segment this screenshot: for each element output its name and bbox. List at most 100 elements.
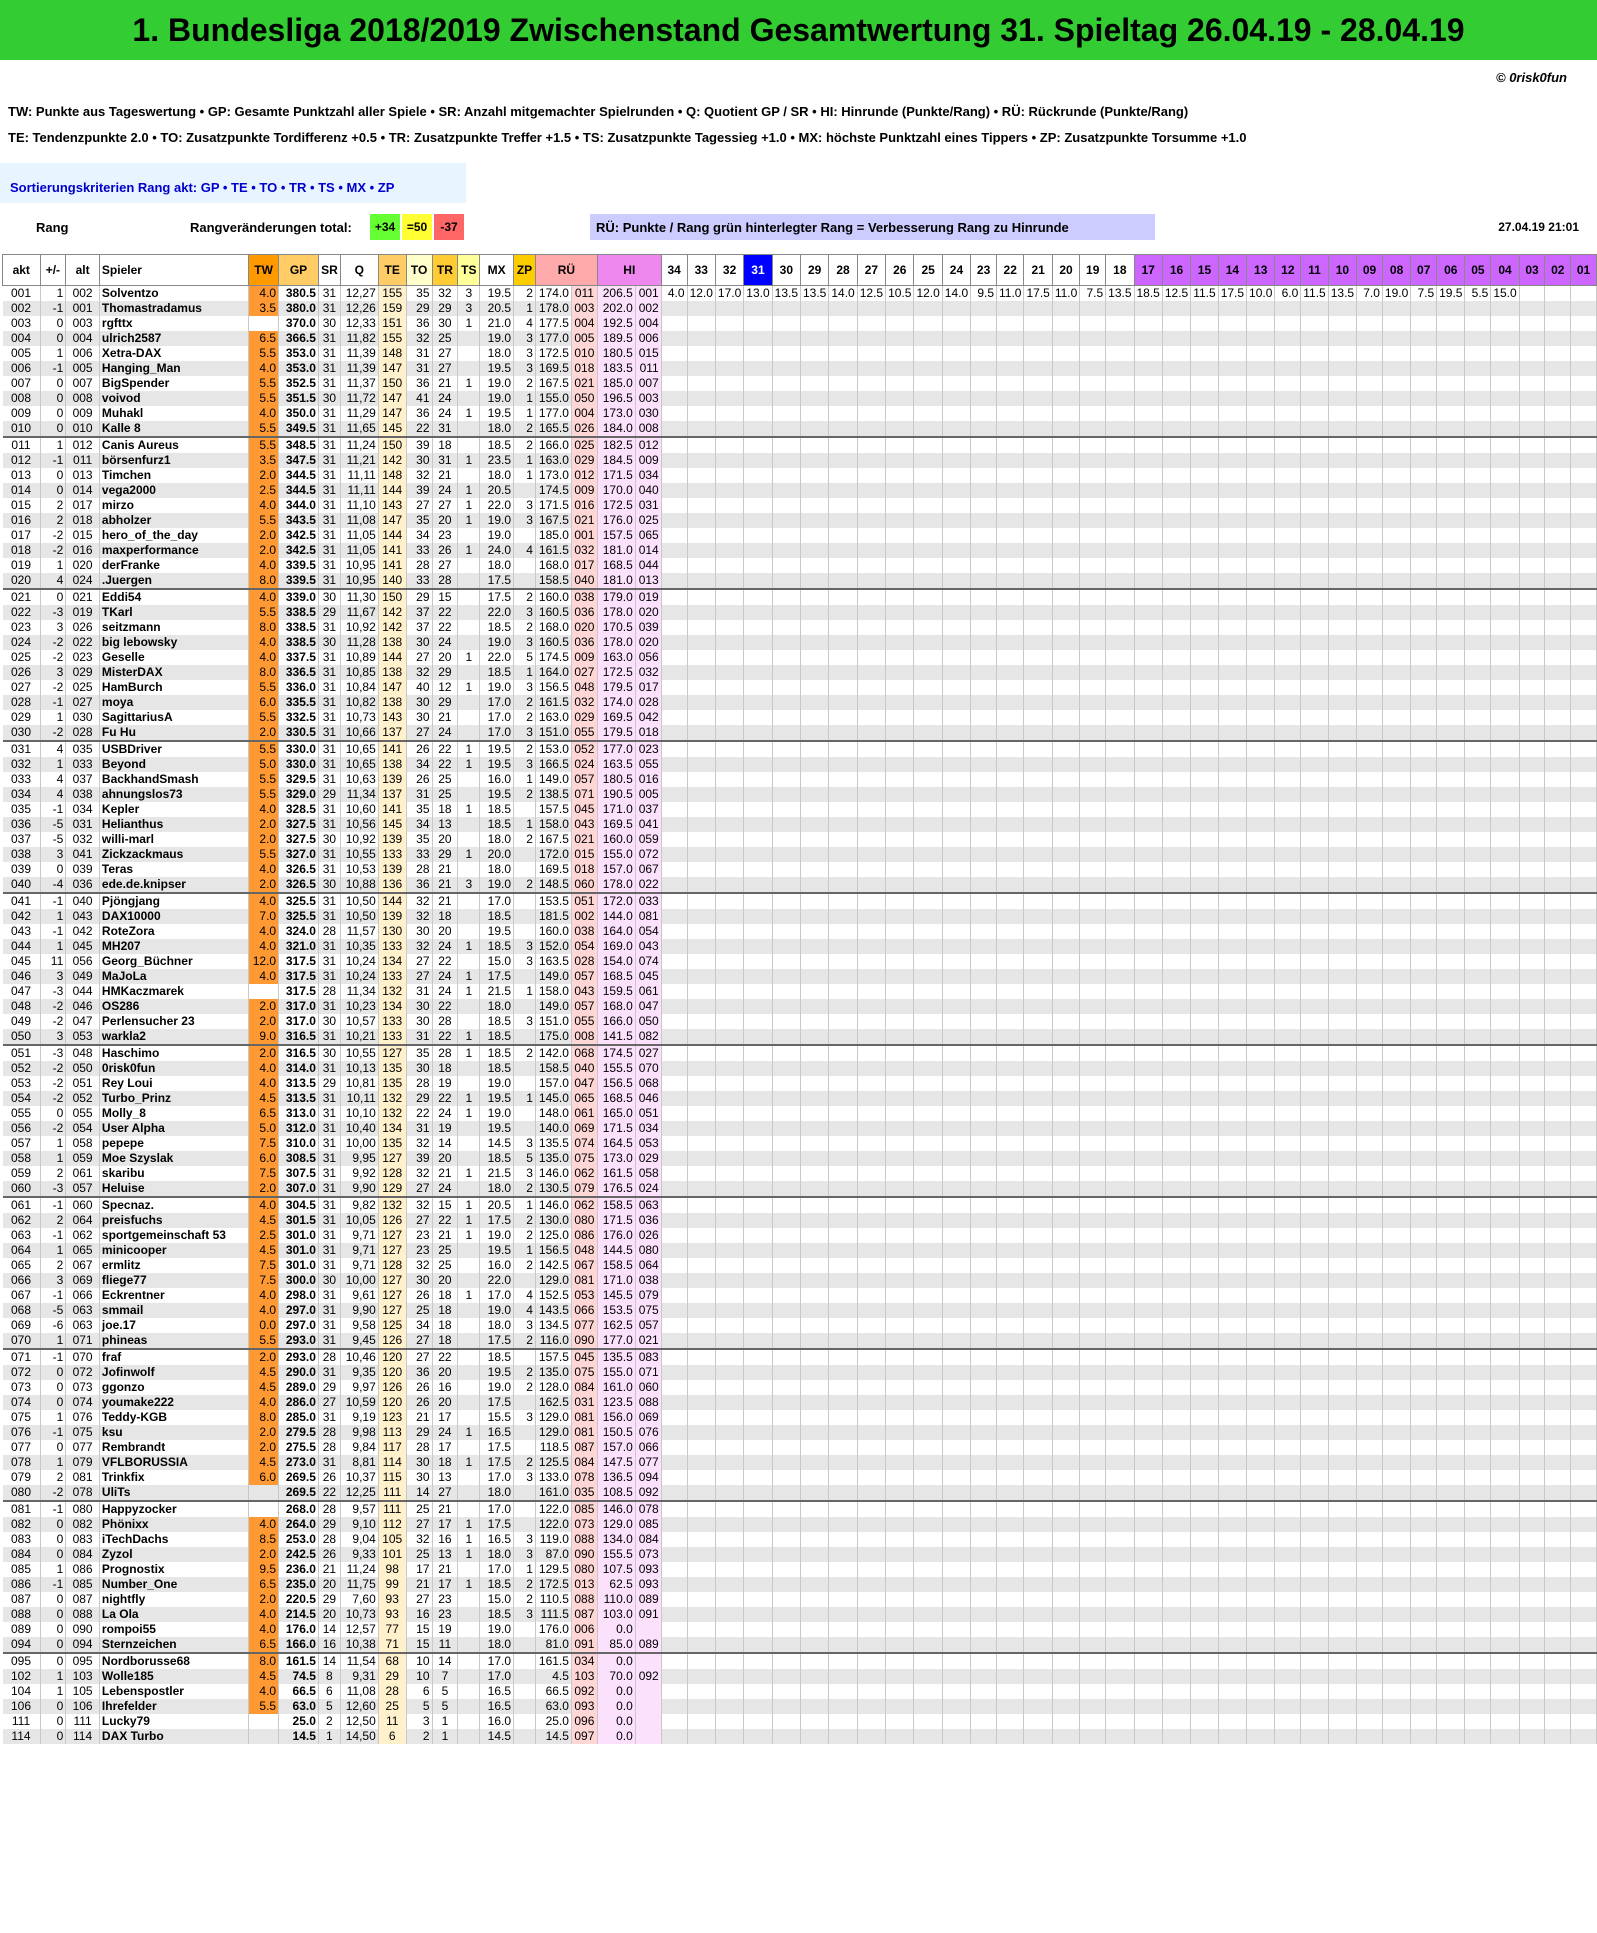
table-row[interactable]: 048 -2 046 OS286 2.0 317.0 31 10,23 134 30 22 18.0 1…: [2, 999, 1597, 1014]
table-row[interactable]: 042 1 043 DAX10000 7.0 325.5 31 10,50 139 32 18 18.…: [2, 909, 1597, 924]
table-row[interactable]: 012 -1 011 börsenfurz1 3.5 347.5 31 11,21 142 30 3…: [2, 453, 1597, 468]
table-row[interactable]: 062 2 064 preisfuchs 4.5 301.5 31 10,05 126 27 22 1…: [2, 1213, 1597, 1228]
table-row[interactable]: 102 1 103 Wolle185 4.5 74.5 8 9,31 29 10 7 17.0 4.5 1…: [2, 1669, 1597, 1684]
table-row[interactable]: 069 -6 063 joe.17 0.0 297.0 31 9,58 125 34 18 18.0 3…: [2, 1318, 1597, 1333]
table-row[interactable]: 051 -3 048 Haschimo 2.0 316.5 30 10,55 127 35 28 1 1…: [2, 1045, 1597, 1061]
col-round-29[interactable]: 29: [799, 254, 830, 286]
col-ru[interactable]: RÜ: [534, 254, 598, 286]
table-row[interactable]: 072 0 072 Jofinwolf 4.5 290.0 31 9,35 120 36 20 19.…: [2, 1365, 1597, 1380]
table-row[interactable]: 013 0 013 Timchen 2.0 344.5 31 11,11 148 32 21 18.0…: [2, 468, 1597, 483]
table-row[interactable]: 095 0 095 Nordborusse68 8.0 161.5 14 11,54 68 10 1…: [2, 1653, 1597, 1669]
col-round-31[interactable]: 31: [743, 254, 773, 286]
table-row[interactable]: 020 4 024 .Juergen 8.0 339.5 31 10,95 140 33 28 17.…: [2, 573, 1597, 590]
table-row[interactable]: 027 -2 025 HamBurch 5.5 336.0 31 10,84 147 40 12 1 1…: [2, 680, 1597, 695]
table-row[interactable]: 068 -5 063 smmail 4.0 297.0 31 9,90 127 25 18 19.0 4…: [2, 1303, 1597, 1318]
table-row[interactable]: 023 3 026 seitzmann 8.0 338.5 31 10,92 142 37 22 18…: [2, 620, 1597, 635]
table-row[interactable]: 075 1 076 Teddy-KGB 8.0 285.0 31 9,19 123 21 17 15.…: [2, 1410, 1597, 1425]
table-row[interactable]: 021 0 021 Eddi54 4.0 339.0 30 11,30 150 29 15 17.5 2…: [2, 589, 1597, 605]
col-round-32[interactable]: 32: [714, 254, 745, 286]
table-row[interactable]: 077 0 077 Rembrandt 2.0 275.5 28 9,84 117 28 17 17.…: [2, 1440, 1597, 1455]
table-row[interactable]: 017 -2 015 hero_of_the_day 2.0 342.5 31 11,05 14…: [2, 528, 1597, 543]
col-round-28[interactable]: 28: [828, 254, 858, 286]
table-row[interactable]: 070 1 071 phineas 5.5 293.0 31 9,45 126 27 18 17.5 2…: [2, 1333, 1597, 1350]
col-spieler[interactable]: Spieler: [98, 254, 250, 286]
col-round-27[interactable]: 27: [856, 254, 887, 286]
table-row[interactable]: 034 4 038 ahnungslos73 5.5 329.0 29 11,34 137 31 2…: [2, 787, 1597, 802]
col-round-16[interactable]: 16: [1161, 254, 1192, 286]
col-round-17[interactable]: 17: [1133, 254, 1163, 286]
table-row[interactable]: 053 -2 051 Rey Loui 4.0 313.5 29 10,81 135 28 19 19…: [2, 1076, 1597, 1091]
table-row[interactable]: 032 1 033 Beyond 5.0 330.0 31 10,65 138 34 22 1 19.5…: [2, 757, 1597, 772]
table-row[interactable]: 076 -1 075 ksu 2.0 279.5 28 9,98 113 29 24 1 16.5 129…: [2, 1425, 1597, 1440]
table-row[interactable]: 004 0 004 ulrich2587 6.5 366.5 31 11,82 155 32 25 1…: [2, 331, 1597, 346]
col-q[interactable]: Q: [339, 254, 379, 286]
table-row[interactable]: 007 0 007 BigSpender 5.5 352.5 31 11,37 150 36 21 1…: [2, 376, 1597, 391]
table-row[interactable]: 047 -3 044 HMKaczmarek 317.5 28 11,34 132 31 24 1 2…: [2, 984, 1597, 999]
col-round-25[interactable]: 25: [913, 254, 943, 286]
table-row[interactable]: 031 4 035 USBDriver 5.5 330.0 31 10,65 141 26 22 1 1…: [2, 741, 1597, 757]
table-row[interactable]: 041 -1 040 Pjöngjang 4.0 325.5 31 10,50 144 32 21 1…: [2, 893, 1597, 909]
col-alt[interactable]: alt: [65, 254, 100, 286]
table-row[interactable]: 029 1 030 SagittariusA 5.5 332.5 31 10,73 143 30 2…: [2, 710, 1597, 725]
table-row[interactable]: 063 -1 062 sportgemeinschaft 53 2.5 301.0 31 9,…: [2, 1228, 1597, 1243]
table-row[interactable]: 003 0 003 rgfttx 370.0 30 12,33 151 36 30 1 21.0 4 17…: [2, 316, 1597, 331]
col-hi[interactable]: HI: [596, 254, 662, 286]
col-round-12[interactable]: 12: [1274, 254, 1302, 286]
col-round-23[interactable]: 23: [970, 254, 997, 286]
col-round-22[interactable]: 22: [995, 254, 1025, 286]
table-row[interactable]: 044 1 045 MH207 4.0 321.0 31 10,35 133 32 24 1 18.5 3…: [2, 939, 1597, 954]
table-row[interactable]: 010 0 010 Kalle 8 5.5 349.5 31 11,65 145 22 31 18.0…: [2, 421, 1597, 438]
table-row[interactable]: 049 -2 047 Perlensucher 23 2.0 317.0 30 10,57 13…: [2, 1014, 1597, 1029]
col-round-19[interactable]: 19: [1079, 254, 1107, 286]
col-round-09[interactable]: 09: [1356, 254, 1383, 286]
table-row[interactable]: 054 -2 052 Turbo_Prinz 4.5 313.5 31 10,11 132 29 2…: [2, 1091, 1597, 1106]
table-row[interactable]: 071 -1 070 fraf 2.0 293.0 28 10,46 120 27 22 18.5 15…: [2, 1349, 1597, 1365]
col-round-15[interactable]: 15: [1190, 254, 1219, 286]
col-round-24[interactable]: 24: [941, 254, 972, 286]
table-row[interactable]: 015 2 017 mirzo 4.0 344.0 31 11,10 143 27 27 1 22.0 3…: [2, 498, 1597, 513]
table-row[interactable]: 057 1 058 pepepe 7.5 310.0 31 10,00 135 32 14 14.5 3…: [2, 1136, 1597, 1151]
col-round-14[interactable]: 14: [1217, 254, 1248, 286]
col-te[interactable]: TE: [377, 254, 407, 286]
table-row[interactable]: 052 -2 050 0risk0fun 4.0 314.0 31 10,13 135 30 18 1…: [2, 1061, 1597, 1076]
table-row[interactable]: 018 -2 016 maxperformance 2.0 342.5 31 11,05 141…: [2, 543, 1597, 558]
table-row[interactable]: 082 0 082 Phönixx 4.0 264.0 29 9,10 112 27 17 1 17.5…: [2, 1517, 1597, 1532]
col-round-20[interactable]: 20: [1051, 254, 1081, 286]
table-row[interactable]: 046 3 049 MaJoLa 4.0 317.5 31 10,24 133 27 24 1 17.5…: [2, 969, 1597, 984]
table-row[interactable]: 011 1 012 Canis Aureus 5.5 348.5 31 11,24 150 39 1…: [2, 437, 1597, 453]
col-round-03[interactable]: 03: [1518, 254, 1546, 286]
table-row[interactable]: 081 -1 080 Happyzocker 268.0 28 9,57 111 25 21 17.…: [2, 1501, 1597, 1517]
table-row[interactable]: 019 1 020 derFranke 4.0 339.5 31 10,95 141 28 27 18…: [2, 558, 1597, 573]
table-row[interactable]: 022 -3 019 TKarl 5.5 338.5 29 11,67 142 37 22 22.0 3…: [2, 605, 1597, 620]
col-ts[interactable]: TS: [457, 254, 481, 286]
table-row[interactable]: 014 0 014 vega2000 2.5 344.5 31 11,11 144 39 24 1 20…: [2, 483, 1597, 498]
table-row[interactable]: 002 -1 001 Thomastradamus 3.5 380.0 31 12,26 159…: [2, 301, 1597, 316]
col-zp[interactable]: ZP: [513, 254, 536, 286]
table-row[interactable]: 025 -2 023 Geselle 4.0 337.5 31 10,89 144 27 20 1 22…: [2, 650, 1597, 665]
table-row[interactable]: 087 0 087 nightfly 2.0 220.5 29 7,60 93 27 23 15.0 2…: [2, 1592, 1597, 1607]
table-row[interactable]: 030 -2 028 Fu Hu 2.0 330.5 31 10,66 137 27 24 17.0 3…: [2, 725, 1597, 742]
table-row[interactable]: 035 -1 034 Kepler 4.0 328.5 31 10,60 141 35 18 1 18.…: [2, 802, 1597, 817]
table-row[interactable]: 085 1 086 Prognostix 9.5 236.0 21 11,24 98 17 21 17…: [2, 1562, 1597, 1577]
table-row[interactable]: 006 -1 005 Hanging_Man 4.0 353.0 31 11,39 147 31 2…: [2, 361, 1597, 376]
table-row[interactable]: 026 3 029 MisterDAX 8.0 336.5 31 10,85 138 32 29 18…: [2, 665, 1597, 680]
table-row[interactable]: 024 -2 022 big lebowsky 4.0 338.5 30 11,28 138 30…: [2, 635, 1597, 650]
col-round-33[interactable]: 33: [686, 254, 716, 286]
col-round-30[interactable]: 30: [771, 254, 802, 286]
table-row[interactable]: 065 2 067 ermlitz 7.5 301.0 31 9,71 128 32 25 16.0 2…: [2, 1258, 1597, 1273]
table-row[interactable]: 078 1 079 VFLBORUSSIA 4.5 273.0 31 8,81 114 30 18 1…: [2, 1455, 1597, 1470]
table-row[interactable]: 059 2 061 skaribu 7.5 307.5 31 9,92 128 32 21 1 21.5…: [2, 1166, 1597, 1181]
col-round-02[interactable]: 02: [1544, 254, 1572, 286]
col-tr[interactable]: TR: [431, 254, 459, 286]
col-round-11[interactable]: 11: [1300, 254, 1329, 286]
col-round-21[interactable]: 21: [1023, 254, 1053, 286]
col-round-10[interactable]: 10: [1327, 254, 1358, 286]
table-row[interactable]: 061 -1 060 Specnaz. 4.0 304.5 31 9,82 132 32 15 1 20…: [2, 1197, 1597, 1213]
table-row[interactable]: 037 -5 032 willi-marl 2.0 327.5 30 10,92 139 35 20…: [2, 832, 1597, 847]
table-row[interactable]: 008 0 008 voivod 5.5 351.5 30 11,72 147 41 24 19.0 1…: [2, 391, 1597, 406]
col-round-26[interactable]: 26: [885, 254, 915, 286]
table-row[interactable]: 083 0 083 iTechDachs 8.5 253.0 28 9,04 105 32 16 1 1…: [2, 1532, 1597, 1547]
col-plusminus[interactable]: +/-: [39, 254, 67, 286]
table-row[interactable]: 104 1 105 Lebenspostler 4.0 66.5 6 11,08 28 6 5 16.…: [2, 1684, 1597, 1699]
table-row[interactable]: 060 -3 057 Heluise 2.0 307.0 31 9,90 129 27 24 18.0…: [2, 1181, 1597, 1198]
